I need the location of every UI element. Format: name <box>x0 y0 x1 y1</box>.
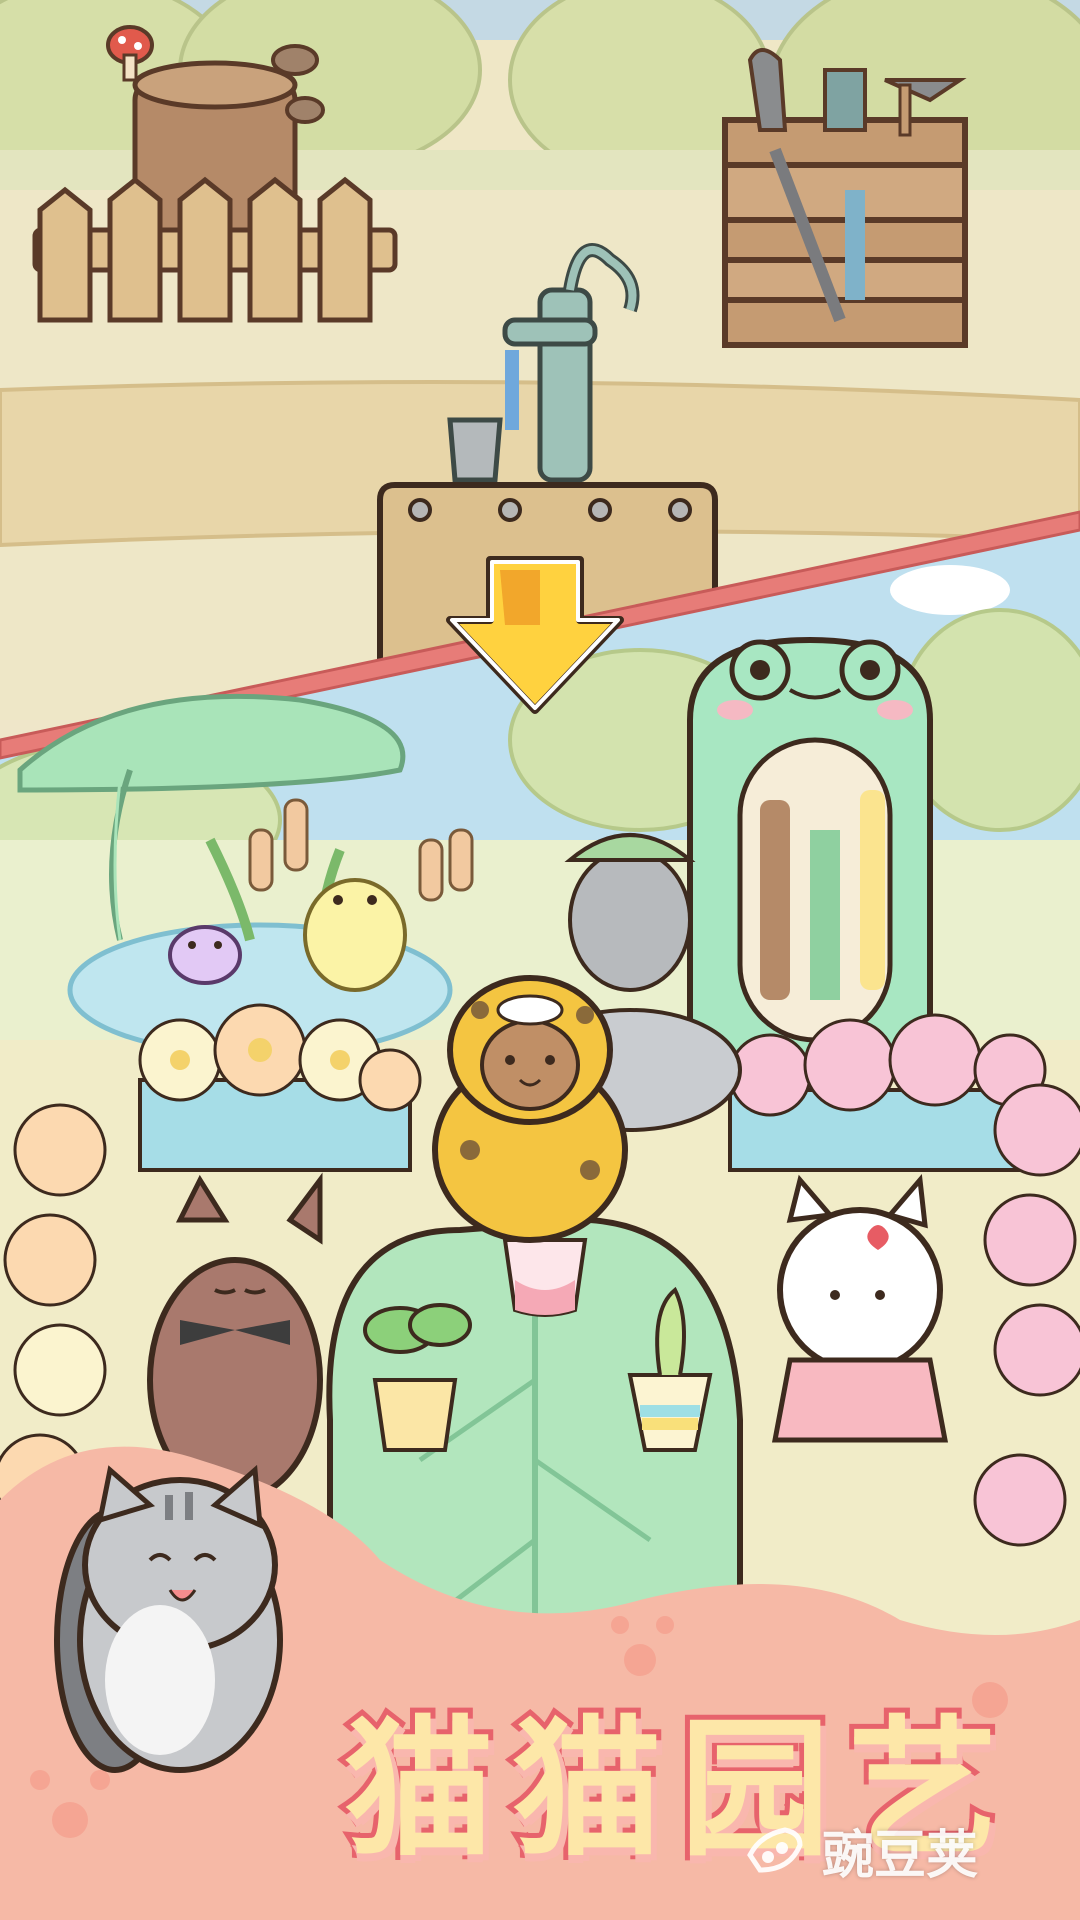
watermark: 豌豆荚 <box>740 1800 1060 1900</box>
purple-frog[interactable] <box>168 925 242 985</box>
leopard-costume-cat[interactable] <box>432 975 628 1243</box>
watermark-text: 豌豆荚 <box>822 1825 979 1886</box>
frog-booth[interactable] <box>687 636 933 1063</box>
game-scene <box>0 0 1080 1920</box>
pea-pod-icon <box>747 1827 803 1873</box>
tool-crate[interactable] <box>722 48 968 348</box>
yellow-frog[interactable] <box>303 878 407 992</box>
game-screen: 猫猫园艺 豌豆荚 <box>0 0 1080 1920</box>
white-cat-gardener[interactable] <box>771 1174 949 1443</box>
